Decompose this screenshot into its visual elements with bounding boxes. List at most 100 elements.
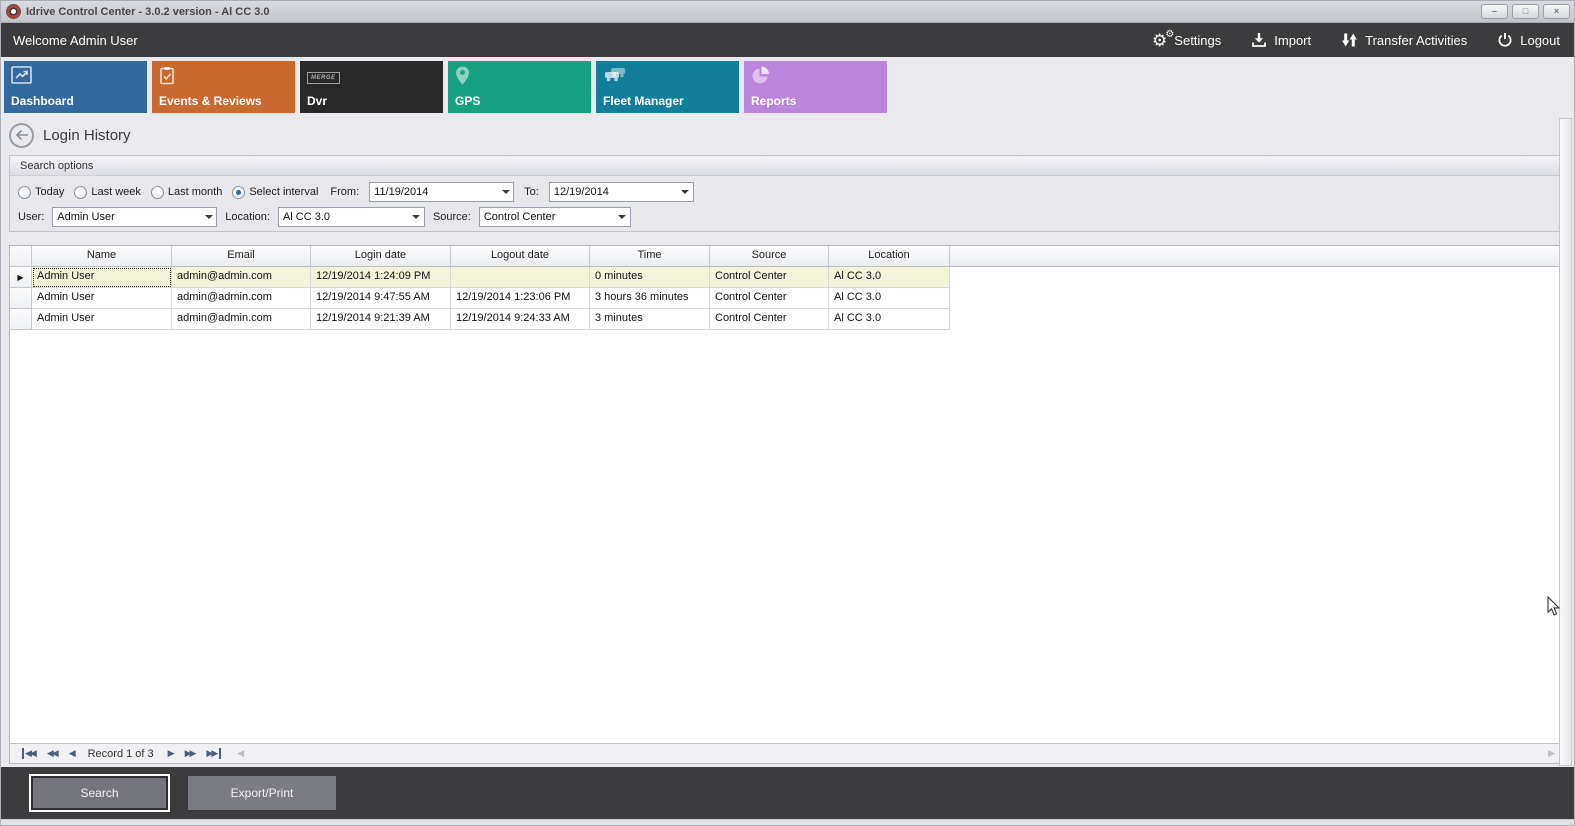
- import-label: Import: [1274, 33, 1311, 48]
- from-date-dropdown[interactable]: 11/19/2014: [369, 182, 514, 202]
- nav-previous-button[interactable]: ◀: [69, 748, 74, 759]
- radio-today[interactable]: Today: [18, 186, 64, 199]
- row-indicator-header: [10, 246, 32, 267]
- tile-dvr[interactable]: MERGE Dvr: [300, 61, 443, 113]
- close-button[interactable]: ×: [1543, 4, 1570, 19]
- export-print-button[interactable]: Export/Print: [188, 776, 336, 810]
- user-dropdown[interactable]: Admin User: [52, 207, 217, 227]
- mouse-cursor: [1547, 596, 1561, 617]
- chevron-down-icon: [409, 215, 424, 219]
- radio-label: Select interval: [249, 186, 318, 198]
- transfer-activities-button[interactable]: Transfer Activities: [1341, 32, 1467, 48]
- cell-time: 3 minutes: [590, 309, 710, 330]
- cell-name: Admin User: [32, 288, 172, 309]
- vertical-scrollbar[interactable]: [1559, 118, 1572, 766]
- column-header-filler: [950, 246, 1565, 267]
- row-indicator: [10, 288, 32, 309]
- back-button[interactable]: [9, 123, 34, 148]
- nav-last-button[interactable]: ▶▶: [206, 748, 221, 759]
- title-bar: Idrive Control Center - 3.0.2 version - …: [1, 1, 1574, 23]
- import-icon: [1251, 32, 1267, 48]
- cell-name: Admin User: [32, 267, 172, 288]
- vehicles-icon: [603, 66, 627, 83]
- hscroll-left-arrow[interactable]: ◀: [237, 748, 242, 759]
- to-date-dropdown[interactable]: 12/19/2014: [549, 182, 694, 202]
- power-icon: [1497, 32, 1513, 48]
- footer-bar: Search Export/Print: [1, 767, 1574, 819]
- tile-events-reviews[interactable]: Events & Reviews: [152, 61, 295, 113]
- grid-header-row: Name Email Login date Logout date Time S…: [10, 246, 1565, 267]
- search-options-header: Search options: [10, 156, 1565, 176]
- radio-last-month[interactable]: Last month: [151, 186, 222, 199]
- record-navigator: ◀◀ ◀◀ ◀ Record 1 of 3 ▶ ▶▶ ▶▶ ◀ ▶: [10, 743, 1565, 763]
- minimize-button[interactable]: –: [1481, 4, 1508, 19]
- page-title: Login History: [43, 127, 131, 144]
- import-button[interactable]: Import: [1251, 32, 1311, 48]
- cell-filler: [950, 309, 1565, 330]
- radio-circle-icon: [74, 186, 87, 199]
- tile-gps[interactable]: GPS: [448, 61, 591, 113]
- window-title: Idrive Control Center - 3.0.2 version - …: [26, 6, 1477, 18]
- nav-next-button[interactable]: ▶: [168, 748, 173, 759]
- column-header-name[interactable]: Name: [32, 246, 172, 267]
- cell-name: Admin User: [32, 309, 172, 330]
- dvr-device-icon: MERGE: [307, 66, 340, 84]
- cell-logout-date: 12/19/2014 1:23:06 PM: [451, 288, 590, 309]
- nav-first-button[interactable]: ◀◀: [22, 748, 35, 759]
- tile-label: GPS: [455, 94, 480, 108]
- line-chart-icon: [11, 66, 32, 84]
- source-dropdown[interactable]: Control Center: [479, 207, 631, 227]
- login-history-grid: Name Email Login date Logout date Time S…: [9, 245, 1566, 764]
- user-value: Admin User: [53, 211, 201, 223]
- table-row[interactable]: Admin User admin@admin.com 12/19/2014 9:…: [10, 288, 1565, 309]
- tile-label: Dvr: [307, 94, 327, 108]
- user-label: User:: [18, 211, 44, 223]
- chevron-down-icon: [498, 190, 513, 194]
- bottom-strip: [1, 819, 1574, 825]
- nav-next-page-button[interactable]: ▶▶: [185, 748, 195, 759]
- settings-button[interactable]: ⚙⚙ Settings: [1152, 32, 1221, 49]
- cell-source: Control Center: [710, 288, 829, 309]
- from-date-value: 11/19/2014: [370, 186, 498, 198]
- cell-email: admin@admin.com: [172, 288, 311, 309]
- cell-login-date: 12/19/2014 9:21:39 AM: [311, 309, 451, 330]
- cell-location: Al CC 3.0: [829, 267, 950, 288]
- cell-login-date: 12/19/2014 1:24:09 PM: [311, 267, 451, 288]
- cell-logout-date: [451, 267, 590, 288]
- maximize-button[interactable]: □: [1512, 4, 1539, 19]
- current-row-arrow-icon: ▶: [10, 267, 32, 288]
- tile-dashboard[interactable]: Dashboard: [4, 61, 147, 113]
- logout-button[interactable]: Logout: [1497, 32, 1560, 48]
- source-label: Source:: [433, 211, 471, 223]
- transfer-arrows-icon: [1341, 32, 1358, 48]
- grid-empty-area: [10, 330, 1565, 743]
- table-row[interactable]: ▶ Admin User admin@admin.com 12/19/2014 …: [10, 267, 1565, 288]
- page-header: Login History: [1, 117, 1574, 153]
- app-window: Idrive Control Center - 3.0.2 version - …: [0, 0, 1575, 826]
- search-row-interval: Today Last week Last month Select interv…: [10, 176, 1565, 204]
- column-header-location[interactable]: Location: [829, 246, 950, 267]
- column-header-time[interactable]: Time: [590, 246, 710, 267]
- cell-location: Al CC 3.0: [829, 288, 950, 309]
- to-date-value: 12/19/2014: [550, 186, 678, 198]
- tile-fleet-manager[interactable]: Fleet Manager: [596, 61, 739, 113]
- nav-previous-page-button[interactable]: ◀◀: [47, 748, 57, 759]
- cell-filler: [950, 288, 1565, 309]
- hscroll-right-arrow[interactable]: ▶: [1548, 748, 1553, 759]
- cell-login-date: 12/19/2014 9:47:55 AM: [311, 288, 451, 309]
- radio-last-week[interactable]: Last week: [74, 186, 141, 199]
- radio-select-interval[interactable]: Select interval: [232, 186, 318, 199]
- tile-label: Events & Reviews: [159, 94, 262, 108]
- column-header-logout-date[interactable]: Logout date: [451, 246, 590, 267]
- column-header-login-date[interactable]: Login date: [311, 246, 451, 267]
- record-count-label: Record 1 of 3: [88, 748, 154, 760]
- cell-location: Al CC 3.0: [829, 309, 950, 330]
- column-header-source[interactable]: Source: [710, 246, 829, 267]
- location-label: Location:: [225, 211, 270, 223]
- search-button[interactable]: Search: [31, 776, 168, 810]
- tile-reports[interactable]: Reports: [744, 61, 887, 113]
- column-header-email[interactable]: Email: [172, 246, 311, 267]
- radio-label: Last month: [168, 186, 222, 198]
- location-dropdown[interactable]: Al CC 3.0: [278, 207, 425, 227]
- table-row[interactable]: Admin User admin@admin.com 12/19/2014 9:…: [10, 309, 1565, 330]
